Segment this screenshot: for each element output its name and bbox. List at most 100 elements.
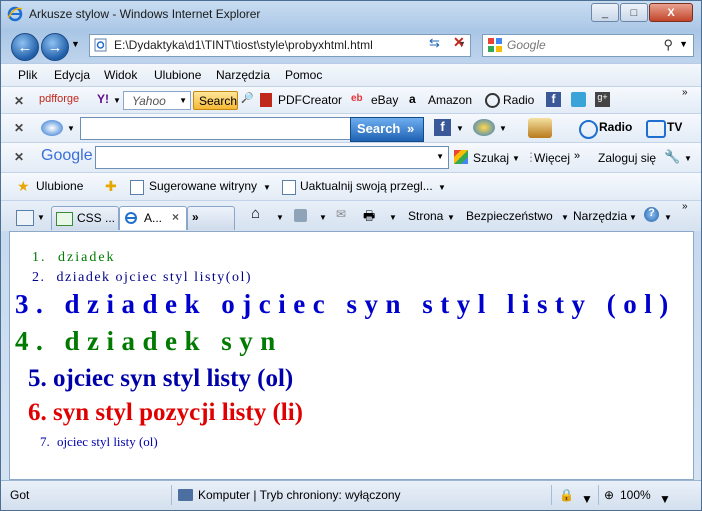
forward-button[interactable]: → [41, 33, 69, 61]
tools-menu[interactable]: Narzędzia [573, 209, 627, 223]
wrench-icon[interactable]: 🔧 [664, 149, 680, 165]
toolbar-logo-dropdown-icon[interactable]: ▼ [67, 124, 75, 133]
tab-css[interactable]: CSS ... [51, 206, 119, 230]
toolbar-logo-icon [41, 120, 63, 136]
safety-menu[interactable]: Bezpieczeństwo [466, 209, 553, 223]
facebook-icon[interactable]: f [546, 92, 561, 107]
twitter-icon[interactable] [571, 92, 586, 107]
home-dropdown-icon[interactable]: ▼ [276, 213, 284, 222]
google-input-dropdown-icon[interactable]: ▼ [436, 152, 444, 161]
home-icon[interactable]: ⌂ [251, 205, 260, 222]
radio-link[interactable]: Radio [599, 120, 632, 134]
list-text: dziadek syn [64, 326, 283, 356]
pdfforge-logo: pdfforge [39, 93, 80, 105]
amazon-icon: a [409, 92, 416, 106]
suggested-sites-link[interactable]: Sugerowane witryny [149, 179, 257, 193]
weather-dropdown-icon[interactable]: ▼ [499, 124, 507, 133]
google-login-button[interactable]: Zaloguj się [598, 151, 656, 165]
menu-pomoc[interactable]: Pomoc [285, 68, 322, 82]
close-toolbar-icon[interactable]: ✕ [14, 150, 24, 164]
yahoo-search-button[interactable]: Search [193, 91, 238, 110]
help-icon[interactable]: ? [644, 207, 659, 222]
search-placeholder: Google [507, 38, 546, 52]
yahoo-dropdown-icon[interactable]: ▼ [113, 96, 121, 105]
status-separator [551, 485, 552, 505]
address-bar[interactable]: E:\Dydaktyka\d1\TINT\tiost\style\probyxh… [89, 34, 471, 57]
ie-logo-icon [7, 6, 23, 22]
weather-icon[interactable] [473, 119, 495, 136]
page-dropdown-icon[interactable]: ▼ [447, 213, 455, 222]
protected-mode-icon[interactable]: 🔒 [559, 488, 574, 502]
favorites-button[interactable]: Ulubione [36, 179, 83, 193]
menu-narzedzia[interactable]: Narzędzia [216, 68, 270, 82]
stop-icon[interactable]: ✕ [453, 34, 465, 51]
tab-active[interactable]: A... × [119, 206, 187, 230]
toolbar-search-input[interactable] [80, 117, 352, 140]
back-button[interactable]: ← [11, 33, 39, 61]
tab-list-dropdown-icon[interactable]: ▼ [37, 213, 45, 222]
toolbar-search-button[interactable]: Search » [350, 117, 424, 142]
tv-link[interactable]: TV [667, 120, 682, 134]
security-zone-text[interactable]: Komputer | Tryb chroniony: wyłączony [198, 488, 401, 502]
menu-edycja[interactable]: Edycja [54, 68, 90, 82]
help-dropdown-icon[interactable]: ▼ [664, 213, 672, 222]
suggested-dropdown-icon[interactable]: ▼ [263, 183, 271, 192]
google-search-input[interactable]: ▼ [95, 146, 449, 169]
history-dropdown-icon[interactable]: ▼ [71, 39, 80, 49]
pdf-tool-icon[interactable]: 🔎 [241, 93, 253, 104]
radio-link[interactable]: Radio [503, 93, 534, 107]
minimize-button[interactable]: _ [591, 3, 619, 22]
google-plus-icon[interactable]: g+ [595, 92, 610, 107]
safety-dropdown-icon[interactable]: ▼ [561, 213, 569, 222]
toolbar-overflow-icon[interactable]: » [682, 87, 688, 98]
close-button[interactable]: X [649, 3, 693, 22]
quick-tabs-icon[interactable] [16, 210, 34, 226]
wrench-dropdown-icon[interactable]: ▼ [684, 154, 692, 163]
yahoo-search-input[interactable]: Yahoo ▼ [123, 91, 191, 110]
google-search-button[interactable]: Szukaj [473, 151, 509, 165]
yahoo-input-dropdown-icon[interactable]: ▼ [179, 96, 187, 105]
zoom-level[interactable]: 100% [620, 488, 651, 502]
menu-ulubione[interactable]: Ulubione [154, 68, 201, 82]
list-item-5: 5. ojciec syn styl listy (ol) [28, 365, 293, 393]
menu-plik[interactable]: Plik [18, 68, 37, 82]
status-bar: Got Komputer | Tryb chroniony: wyłączony… [1, 480, 701, 510]
tab-close-icon[interactable]: × [172, 210, 179, 224]
close-toolbar-icon[interactable]: ✕ [14, 121, 24, 135]
mail-icon[interactable]: ✉ [336, 207, 346, 221]
pdfcreator-icon [260, 93, 272, 107]
maximize-button[interactable]: □ [620, 3, 648, 22]
print-icon[interactable]: 🖶 [363, 207, 375, 229]
amazon-link[interactable]: Amazon [428, 93, 472, 107]
pdfcreator-link[interactable]: PDFCreator [278, 93, 342, 107]
update-browser-link[interactable]: Uaktualnij swoją przegl... [300, 179, 433, 193]
feeds-dropdown-icon[interactable]: ▼ [319, 213, 327, 222]
google-more-button[interactable]: Więcej [534, 151, 570, 165]
search-box[interactable]: Google ⚲ ▼ [482, 34, 694, 57]
ebay-link[interactable]: eBay [371, 93, 398, 107]
feeds-icon[interactable] [294, 209, 307, 222]
facebook-icon[interactable]: f [434, 119, 451, 136]
search-icon[interactable]: ⚲ [663, 37, 673, 53]
protected-mode-dropdown-icon[interactable]: ▼ [581, 492, 593, 506]
new-tab-button[interactable]: » [187, 206, 235, 230]
command-overflow-icon[interactable]: » [682, 201, 688, 212]
tv-icon [646, 120, 666, 138]
facebook-dropdown-icon[interactable]: ▼ [456, 124, 464, 133]
menu-widok[interactable]: Widok [104, 68, 137, 82]
status-text: Got [10, 488, 30, 502]
update-dropdown-icon[interactable]: ▼ [438, 183, 446, 192]
google-logo: Google [41, 147, 93, 164]
search-dropdown-icon[interactable]: ▼ [679, 39, 688, 49]
refresh-icon[interactable]: ⇆ [429, 35, 440, 51]
list-text: dziadek [58, 250, 116, 265]
list-number: 2. [32, 270, 46, 285]
page-menu[interactable]: Strona [408, 209, 443, 223]
games-icon[interactable] [528, 118, 552, 138]
add-favorite-icon[interactable]: ✚ [105, 178, 117, 195]
close-toolbar-icon[interactable]: ✕ [14, 94, 24, 108]
google-search-dropdown-icon[interactable]: ▼ [512, 154, 520, 163]
print-dropdown-icon[interactable]: ▼ [389, 213, 397, 222]
tools-dropdown-icon[interactable]: ▼ [629, 213, 637, 222]
zoom-dropdown-icon[interactable]: ▼ [659, 492, 671, 506]
